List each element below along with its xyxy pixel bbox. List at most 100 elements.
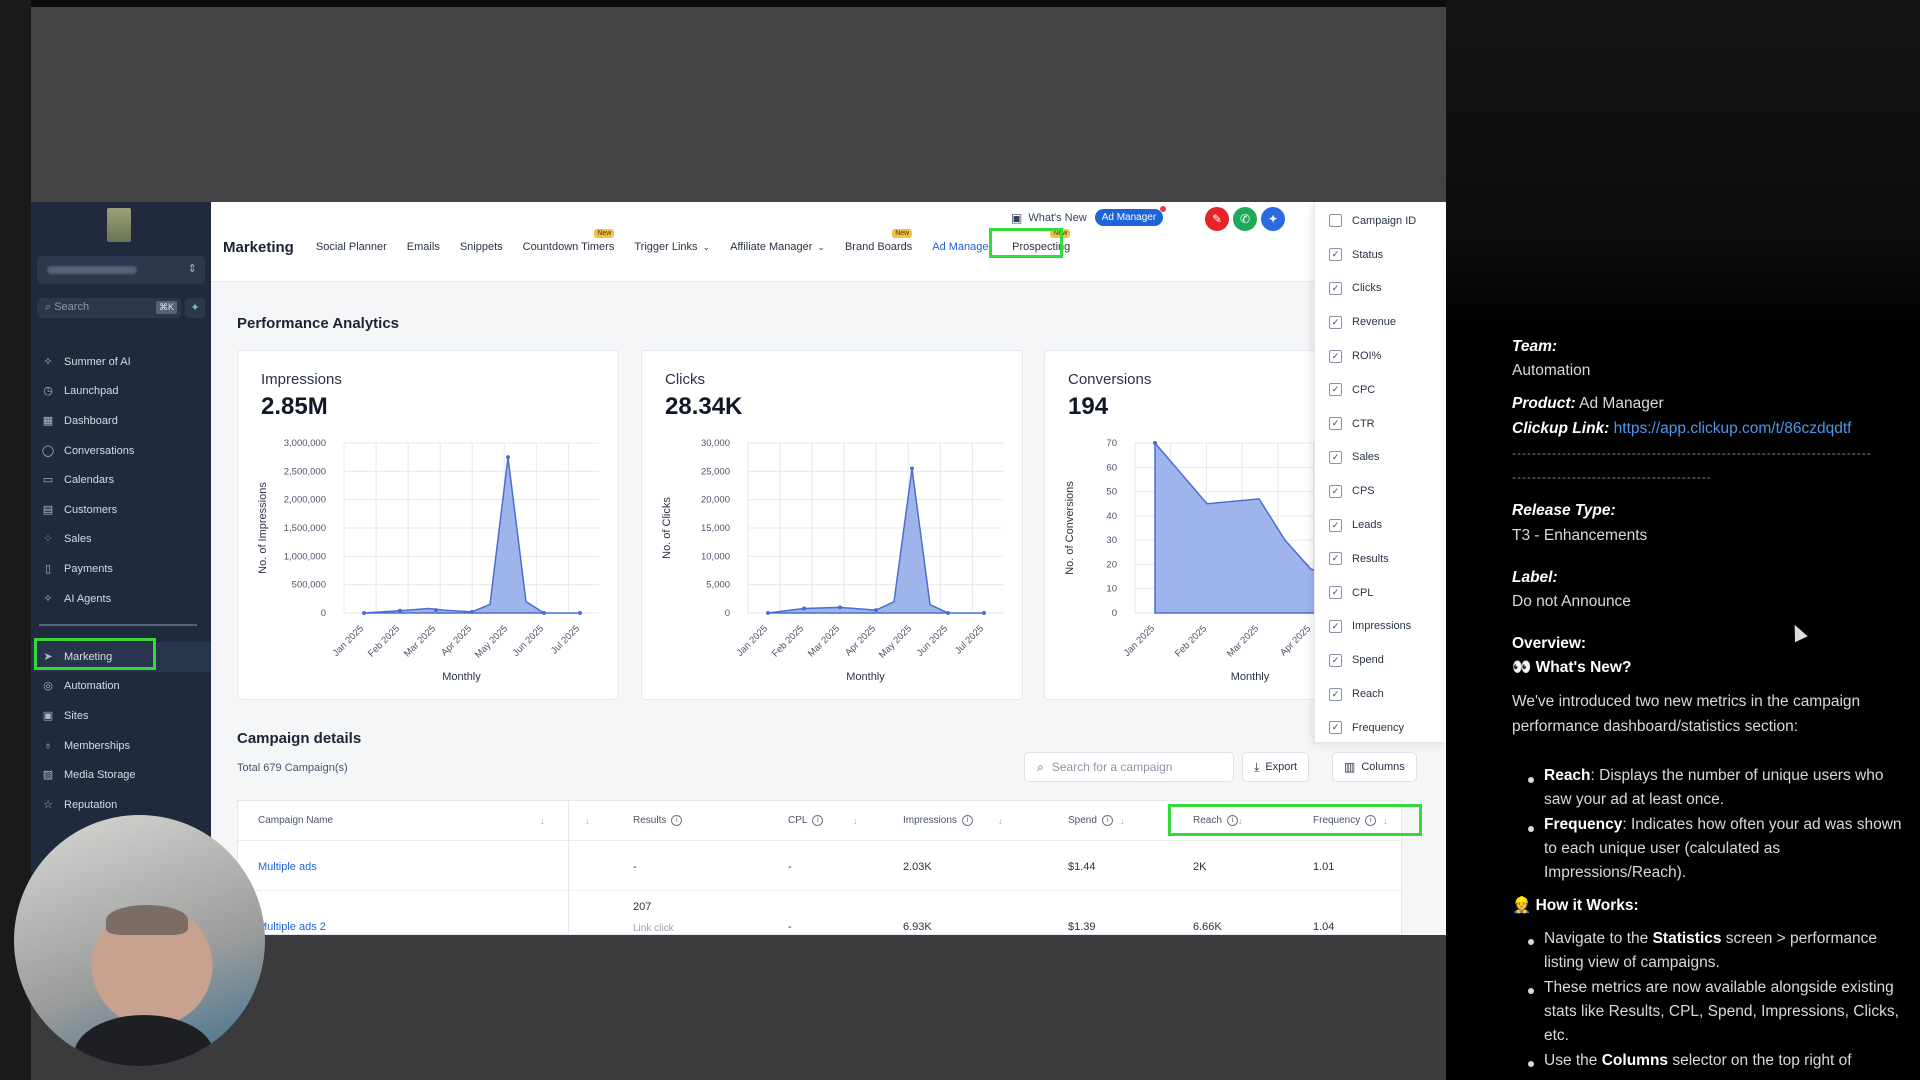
checkbox-checked-icon[interactable]: ✓	[1329, 248, 1342, 262]
tab-social-planner[interactable]: Social Planner	[316, 241, 387, 253]
lightning-icon[interactable]: ✦	[185, 298, 205, 318]
help-icon[interactable]: ✎	[1205, 207, 1229, 231]
y-tick-label: 20,000	[701, 495, 730, 506]
checkbox-icon[interactable]	[1329, 214, 1342, 228]
campaign-details-title: Campaign details	[237, 730, 362, 747]
checkbox-checked-icon[interactable]: ✓	[1329, 552, 1342, 566]
sidebar-item-calendars[interactable]: ▭ Calendars	[31, 465, 211, 495]
sidebar-search[interactable]: ⌕ Search ⌘K	[37, 298, 181, 318]
star-icon: ☆	[43, 798, 53, 811]
sidebar-item-summer-of-ai[interactable]: ✧ Summer of AI	[31, 347, 211, 377]
sort-icon[interactable]: ↓	[1120, 816, 1125, 826]
campaign-search-input[interactable]: ⌕ Search for a campaign	[1024, 752, 1234, 782]
sort-icon[interactable]: ↓	[540, 816, 545, 826]
company-logo[interactable]	[107, 208, 131, 242]
header-label: Results	[633, 815, 667, 826]
account-switcher[interactable]: ⇕	[37, 256, 205, 284]
tab-emails[interactable]: Emails	[407, 241, 440, 253]
ad-manager-pill[interactable]: Ad Manager	[1094, 206, 1167, 226]
sidebar-item-media-storage[interactable]: ▨ Media Storage	[31, 760, 211, 790]
column-option-ctr[interactable]: ✓ CTR	[1315, 407, 1446, 441]
clickup-link[interactable]: https://app.clickup.com/t/86czdqdtf	[1614, 420, 1852, 437]
checkbox-checked-icon[interactable]: ✓	[1329, 349, 1342, 363]
table-row[interactable]: Multiple ads 2 207 Link click - 6.93K $1…	[238, 891, 1401, 935]
checkbox-checked-icon[interactable]: ✓	[1329, 315, 1342, 329]
sidebar-item-ai-agents[interactable]: ✧ AI Agents	[31, 584, 211, 614]
sidebar-item-label: Summer of AI	[64, 355, 131, 368]
y-tick-label: 2,000,000	[284, 495, 326, 506]
column-option-sales[interactable]: ✓ Sales	[1315, 441, 1446, 475]
header-results[interactable]: Results i	[633, 815, 683, 826]
sidebar-item-payments[interactable]: ▯ Payments	[31, 554, 211, 584]
data-point	[470, 609, 474, 614]
column-option-results[interactable]: ✓ Results	[1315, 542, 1446, 576]
checkbox-checked-icon[interactable]: ✓	[1329, 383, 1342, 397]
bullet-text: Use the	[1544, 1052, 1602, 1069]
export-button[interactable]: ⤓ Export	[1242, 752, 1310, 782]
campaign-name-link[interactable]: Multiple ads	[258, 861, 317, 873]
column-option-clicks[interactable]: ✓ Clicks	[1315, 272, 1446, 306]
checkbox-checked-icon[interactable]: ✓	[1329, 484, 1342, 498]
data-point	[874, 608, 878, 613]
sidebar-item-memberships[interactable]: ♁ Memberships	[31, 731, 211, 761]
sidebar-item-customers[interactable]: ▤ Customers	[31, 495, 211, 525]
column-option-reach[interactable]: ✓ Reach	[1315, 677, 1446, 711]
checkbox-checked-icon[interactable]: ✓	[1329, 450, 1342, 464]
tab-affiliate-manager[interactable]: Affiliate Manager ⌄	[730, 241, 825, 253]
checkbox-checked-icon[interactable]: ✓	[1329, 687, 1342, 701]
column-option-cpc[interactable]: ✓ CPC	[1315, 373, 1446, 407]
header-impressions[interactable]: Impressions i	[903, 815, 973, 826]
tab-countdown-timers[interactable]: Countdown Timers New	[523, 229, 615, 253]
whats-new-link[interactable]: ▣ What's New Ad Manager	[1011, 206, 1167, 226]
sidebar-item-dashboard[interactable]: ▦ Dashboard	[31, 406, 211, 436]
table-row[interactable]: Multiple ads - - 2.03K $1.44 2K 1.01	[238, 841, 1401, 891]
sidebar-item-automation[interactable]: ◎ Automation	[31, 672, 211, 702]
checkbox-checked-icon[interactable]: ✓	[1329, 281, 1342, 295]
sort-icon[interactable]: ↓	[998, 816, 1003, 826]
checkbox-checked-icon[interactable]: ✓	[1329, 518, 1342, 532]
checkbox-checked-icon[interactable]: ✓	[1329, 653, 1342, 667]
tab-trigger-links[interactable]: Trigger Links ⌄	[634, 241, 710, 253]
sidebar-item-reputation[interactable]: ☆ Reputation	[31, 790, 211, 820]
sidebar-item-sites[interactable]: ▣ Sites	[31, 701, 211, 731]
magic-icon[interactable]: ✦	[1261, 207, 1285, 231]
column-option-campaign-id[interactable]: Campaign ID	[1315, 204, 1446, 238]
column-option-label: Reach	[1352, 688, 1384, 701]
y-tick-label: 1,500,000	[284, 523, 326, 534]
phone-icon[interactable]: ✆	[1233, 207, 1257, 231]
sort-icon[interactable]: ↓	[585, 816, 590, 826]
columns-button[interactable]: ▥ Columns	[1332, 752, 1417, 782]
overview-intro: We've introduced two new metrics in the …	[1512, 693, 1861, 735]
bullet-term: Columns	[1601, 1052, 1669, 1069]
checkbox-checked-icon[interactable]: ✓	[1329, 417, 1342, 431]
checkbox-checked-icon[interactable]: ✓	[1329, 586, 1342, 600]
y-tick-label: 50	[1106, 487, 1117, 498]
column-option-revenue[interactable]: ✓ Revenue	[1315, 305, 1446, 339]
column-option-label: CPL	[1352, 586, 1374, 599]
y-tick-label: 2,500,000	[284, 466, 326, 477]
tab-snippets[interactable]: Snippets	[460, 241, 503, 253]
column-option-cps[interactable]: ✓ CPS	[1315, 474, 1446, 508]
webcam-hair	[106, 905, 188, 935]
column-option-status[interactable]: ✓ Status	[1315, 238, 1446, 272]
tab-ad-manager[interactable]: Ad Manager	[932, 241, 992, 253]
sidebar-item-sales[interactable]: ⁘ Sales	[31, 525, 211, 555]
column-option-leads[interactable]: ✓ Leads	[1315, 508, 1446, 542]
checkbox-checked-icon[interactable]: ✓	[1329, 619, 1342, 633]
column-option-cpl[interactable]: ✓ CPL	[1315, 576, 1446, 610]
sidebar-item-launchpad[interactable]: ◷ Launchpad	[31, 377, 211, 407]
data-point	[802, 606, 806, 611]
checkbox-checked-icon[interactable]: ✓	[1329, 721, 1342, 735]
sort-icon[interactable]: ↓	[853, 816, 858, 826]
column-option-spend[interactable]: ✓ Spend	[1315, 643, 1446, 677]
column-option-frequency[interactable]: ✓ Frequency	[1315, 711, 1446, 745]
sidebar-item-conversations[interactable]: ◯ Conversations	[31, 436, 211, 466]
header-campaign-name[interactable]: Campaign Name	[258, 815, 333, 826]
header-spend[interactable]: Spend i	[1068, 815, 1113, 826]
column-option-roi-[interactable]: ✓ ROI%	[1315, 339, 1446, 373]
campaign-name-link[interactable]: Multiple ads 2	[258, 921, 326, 933]
header-cpl[interactable]: CPL i	[788, 815, 824, 826]
column-option-impressions[interactable]: ✓ Impressions	[1315, 610, 1446, 644]
tab-brand-boards[interactable]: Brand Boards New	[845, 229, 913, 253]
column-option-label: Status	[1352, 248, 1384, 261]
